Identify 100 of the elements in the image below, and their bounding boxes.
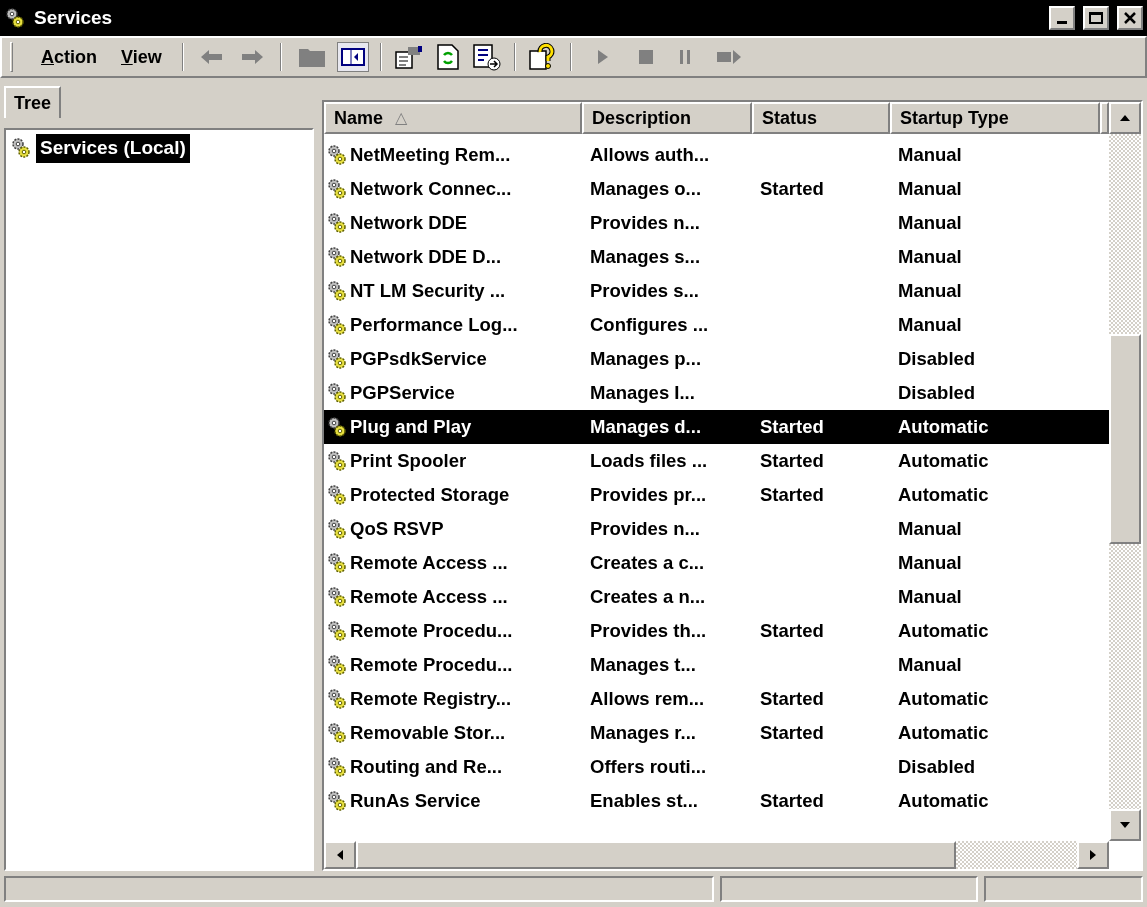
table-cell-text: Manual	[898, 313, 962, 338]
table-cell-text: RunAs Service	[350, 789, 481, 814]
vertical-scrollbar[interactable]	[1109, 102, 1141, 841]
scroll-down-button[interactable]	[1109, 809, 1141, 841]
table-cell-text: Started	[760, 177, 824, 202]
scroll-thumb[interactable]	[1109, 334, 1141, 544]
table-cell-text: Started	[760, 449, 824, 474]
pause-icon[interactable]	[677, 49, 692, 65]
down-arrow-icon	[1119, 821, 1131, 829]
table-cell-text: Loads files ...	[590, 449, 708, 474]
play-icon[interactable]	[595, 49, 610, 65]
service-row[interactable]: QoS RSVP Provides n... Manual	[324, 512, 1109, 546]
service-row[interactable]: NetMeeting Rem... Allows auth... Manual	[324, 138, 1109, 172]
table-cell-text: Disabled	[898, 755, 976, 780]
properties-icon[interactable]	[393, 44, 424, 70]
table-cell-text: Removable Stor...	[350, 721, 506, 746]
panel-toggle-icon[interactable]	[337, 43, 368, 71]
table-cell-text: Automatic	[898, 415, 989, 440]
folder-icon[interactable]	[297, 46, 326, 68]
service-row[interactable]: Remote Procedu... Provides th... Started Automatic	[324, 614, 1109, 648]
table-cell-text: Manual	[898, 653, 962, 678]
service-row[interactable]: Removable Stor... Manages r... Started Automatic	[324, 716, 1109, 750]
service-row[interactable]: Remote Access ... Creates a c... Manual	[324, 546, 1109, 580]
column-header[interactable]: Description	[582, 102, 752, 134]
service-row[interactable]: Remote Access ... Creates a n... Manual	[324, 580, 1109, 614]
refresh-icon[interactable]	[435, 43, 460, 71]
column-header[interactable]: Name △	[324, 102, 582, 134]
service-row[interactable]: Remote Registry... Allows rem... Started Automatic	[324, 682, 1109, 716]
scroll-thumb[interactable]	[356, 841, 956, 869]
horizontal-scrollbar[interactable]	[324, 841, 1109, 869]
table-cell-text: Provides th...	[590, 619, 707, 644]
table-cell-text: Allows auth...	[590, 143, 710, 168]
gears-icon	[326, 518, 348, 540]
gears-icon	[326, 144, 348, 166]
gears-icon	[326, 756, 348, 778]
service-row[interactable]: PGPsdkService Manages p... Disabled	[324, 342, 1109, 376]
table-cell-text: Protected Storage	[350, 483, 510, 508]
close-button[interactable]	[1117, 6, 1143, 30]
table-cell-text: Manages r...	[590, 721, 696, 746]
table-cell-text: Started	[760, 619, 824, 644]
menu-item[interactable]: View	[109, 43, 174, 71]
gears-icon	[326, 620, 348, 642]
table-cell-text: Routing and Re...	[350, 755, 503, 780]
table-cell-text: Remote Access ...	[350, 551, 508, 576]
service-row[interactable]: NT LM Security ... Provides s... Manual	[324, 274, 1109, 308]
service-row[interactable]: Remote Procedu... Manages t... Manual	[324, 648, 1109, 682]
table-cell-text: Manages p...	[590, 347, 702, 372]
service-row[interactable]: Network DDE D... Manages s... Manual	[324, 240, 1109, 274]
service-row[interactable]: Plug and Play Manages d... Started Automatic	[324, 410, 1109, 444]
service-row[interactable]: Network Connec... Manages o... Started Manual	[324, 172, 1109, 206]
gears-icon	[326, 382, 348, 404]
gears-icon	[326, 212, 348, 234]
service-row[interactable]: RunAs Service Enables st... Started Automatic	[324, 784, 1109, 818]
export-list-icon[interactable]	[471, 43, 502, 71]
table-cell-text: Manages s...	[590, 245, 700, 270]
table-cell-text: Automatic	[898, 789, 989, 814]
scroll-right-button[interactable]	[1077, 841, 1109, 869]
service-row[interactable]: Routing and Re... Offers routi... Disabled	[324, 750, 1109, 784]
column-header[interactable]	[1100, 102, 1109, 134]
table-cell-text: Enables st...	[590, 789, 698, 814]
gears-icon	[326, 722, 348, 744]
window-title: Services	[34, 5, 113, 30]
forward-arrow-icon[interactable]	[239, 49, 264, 65]
stop-icon[interactable]	[637, 49, 654, 65]
up-arrow-icon	[1119, 114, 1131, 122]
table-cell-text: Started	[760, 687, 824, 712]
gears-icon	[326, 178, 348, 200]
service-row[interactable]: PGPService Manages I... Disabled	[324, 376, 1109, 410]
gears-icon	[326, 586, 348, 608]
resume-icon[interactable]	[715, 49, 742, 65]
gears-icon	[326, 416, 348, 438]
service-row[interactable]: Performance Log... Configures ... Manual	[324, 308, 1109, 342]
column-header[interactable]: Startup Type	[890, 102, 1100, 134]
table-cell-text: Print Spooler	[350, 449, 467, 474]
column-header[interactable]: Status	[752, 102, 890, 134]
service-row[interactable]: Print Spooler Loads files ... Started Automatic	[324, 444, 1109, 478]
close-icon	[1124, 12, 1136, 24]
table-cell-text: Creates a c...	[590, 551, 705, 576]
scroll-up-button[interactable]	[1109, 102, 1141, 134]
menu-item[interactable]: Action	[29, 43, 109, 71]
tree-item[interactable]: Services (Local)	[36, 134, 190, 163]
table-cell-text: Manual	[898, 585, 962, 610]
table-cell-text: Provides s...	[590, 279, 699, 304]
service-row[interactable]: Protected Storage Provides pr... Started Automatic	[324, 478, 1109, 512]
back-arrow-icon[interactable]	[199, 49, 224, 65]
table-cell-text: Started	[760, 721, 824, 746]
table-cell-text: Automatic	[898, 619, 989, 644]
table-cell-text: Configures ...	[590, 313, 709, 338]
maximize-button[interactable]	[1083, 6, 1109, 30]
table-cell-text: Manual	[898, 211, 962, 236]
table-cell-text: NetMeeting Rem...	[350, 143, 511, 168]
table-cell-text: Remote Procedu...	[350, 653, 513, 678]
tree-tab[interactable]: Tree	[4, 86, 62, 118]
minimize-button[interactable]	[1049, 6, 1075, 30]
table-cell-text: Automatic	[898, 449, 989, 474]
table-cell-text: Allows rem...	[590, 687, 705, 712]
table-cell-text: Manual	[898, 245, 962, 270]
service-row[interactable]: Network DDE Provides n... Manual	[324, 206, 1109, 240]
right-arrow-icon	[1089, 849, 1097, 861]
scroll-left-button[interactable]	[324, 841, 356, 869]
